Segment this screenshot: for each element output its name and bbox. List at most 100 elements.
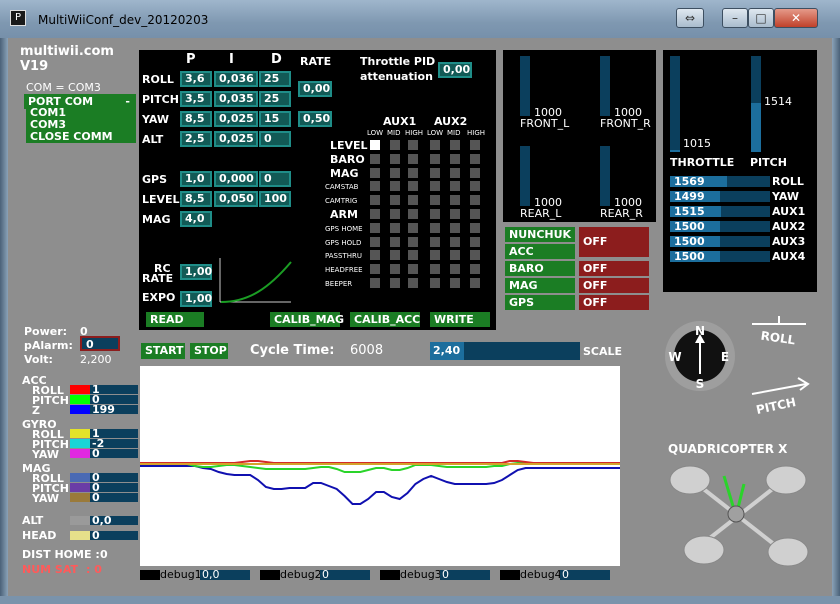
sensor-color-toggle[interactable] <box>70 531 90 540</box>
aux-checkbox[interactable] <box>430 167 440 178</box>
aux-checkbox[interactable] <box>470 209 480 219</box>
aux-checkbox[interactable] <box>408 195 418 206</box>
aux-checkbox[interactable] <box>390 167 400 178</box>
aux-checkbox[interactable] <box>470 140 480 150</box>
aux-checkbox[interactable] <box>430 140 440 150</box>
write-button[interactable]: WRITE <box>430 312 490 327</box>
start-button[interactable]: START <box>141 343 185 359</box>
aux-checkbox[interactable] <box>470 264 480 275</box>
pid-d-value[interactable]: 0 <box>259 131 291 147</box>
close-comm-button[interactable]: CLOSE COMM <box>26 131 136 143</box>
pid-p-value[interactable]: 2,5 <box>180 131 212 147</box>
sensor-color-toggle[interactable] <box>70 395 90 404</box>
aux-checkbox[interactable] <box>450 153 460 164</box>
sensor-color-toggle[interactable] <box>70 493 90 502</box>
pid-p-value[interactable]: 4,0 <box>180 211 212 227</box>
aux-checkbox[interactable] <box>430 264 440 275</box>
aux-checkbox[interactable] <box>408 140 418 150</box>
aux-checkbox[interactable] <box>370 222 380 233</box>
aux-checkbox[interactable] <box>470 181 480 192</box>
pid-d-value[interactable]: 0 <box>259 171 291 187</box>
aux-checkbox[interactable] <box>430 181 440 192</box>
aux-checkbox[interactable] <box>470 222 480 233</box>
aux-checkbox[interactable] <box>408 250 418 261</box>
aux-checkbox[interactable] <box>450 209 460 219</box>
close-button[interactable]: ✕ <box>774 8 818 28</box>
pid-d-value[interactable]: 15 <box>259 111 291 127</box>
aux-checkbox[interactable] <box>430 278 440 288</box>
pid-p-value[interactable]: 8,5 <box>180 191 212 207</box>
aux-checkbox[interactable] <box>408 222 418 233</box>
aux-checkbox[interactable] <box>470 195 480 206</box>
rc-rate-value[interactable]: 1,00 <box>180 264 212 280</box>
pid-i-value[interactable]: 0,035 <box>214 91 258 107</box>
aux-checkbox[interactable] <box>370 209 380 219</box>
aux-checkbox[interactable] <box>390 181 400 192</box>
aux-checkbox[interactable] <box>408 264 418 275</box>
aux-checkbox[interactable] <box>390 250 400 261</box>
read-button[interactable]: READ <box>146 312 204 327</box>
aux-checkbox[interactable] <box>450 236 460 247</box>
calib-mag-button[interactable]: CALIB_MAG <box>270 312 344 327</box>
aux-checkbox[interactable] <box>450 167 460 178</box>
aux-checkbox[interactable] <box>450 222 460 233</box>
rate-yaw-value[interactable]: 0,50 <box>298 111 332 127</box>
expo-value[interactable]: 1,00 <box>180 291 212 307</box>
aux-checkbox[interactable] <box>390 195 400 206</box>
aux-checkbox[interactable] <box>430 236 440 247</box>
aux-checkbox[interactable] <box>430 153 440 164</box>
pid-d-value[interactable]: 25 <box>259 71 291 87</box>
aux-checkbox[interactable] <box>408 153 418 164</box>
aux-checkbox[interactable] <box>450 195 460 206</box>
aux-checkbox[interactable] <box>370 278 380 288</box>
sensor-color-toggle[interactable] <box>70 473 90 482</box>
sensor-color-toggle[interactable] <box>70 516 90 525</box>
aux-checkbox[interactable] <box>370 140 380 150</box>
pid-i-value[interactable]: 0,050 <box>214 191 258 207</box>
aux-checkbox[interactable] <box>408 181 418 192</box>
pid-p-value[interactable]: 8,5 <box>180 111 212 127</box>
aux-checkbox[interactable] <box>370 153 380 164</box>
aux-checkbox[interactable] <box>450 181 460 192</box>
palarm-field[interactable]: 0 <box>80 336 120 351</box>
aux-checkbox[interactable] <box>430 222 440 233</box>
aux-checkbox[interactable] <box>408 209 418 219</box>
sensor-color-toggle[interactable] <box>70 405 90 414</box>
aux-checkbox[interactable] <box>408 236 418 247</box>
pid-p-value[interactable]: 1,0 <box>180 171 212 187</box>
pid-p-value[interactable]: 3,6 <box>180 71 212 87</box>
aux-checkbox[interactable] <box>450 250 460 261</box>
aux-checkbox[interactable] <box>470 236 480 247</box>
aux-checkbox[interactable] <box>430 195 440 206</box>
pid-p-value[interactable]: 3,5 <box>180 91 212 107</box>
aux-checkbox[interactable] <box>450 278 460 288</box>
rate-roll-pitch-value[interactable]: 0,00 <box>298 81 332 97</box>
pid-d-value[interactable]: 25 <box>259 91 291 107</box>
aux-checkbox[interactable] <box>390 236 400 247</box>
aux-checkbox[interactable] <box>390 264 400 275</box>
aux-checkbox[interactable] <box>370 236 380 247</box>
stop-button[interactable]: STOP <box>190 343 228 359</box>
pid-i-value[interactable]: 0,036 <box>214 71 258 87</box>
aux-checkbox[interactable] <box>370 195 380 206</box>
sensor-color-toggle[interactable] <box>70 483 90 492</box>
minimize-button[interactable]: – <box>722 8 748 28</box>
aux-checkbox[interactable] <box>390 140 400 150</box>
aux-checkbox[interactable] <box>470 250 480 261</box>
aux-checkbox[interactable] <box>450 140 460 150</box>
aux-checkbox[interactable] <box>430 209 440 219</box>
pid-i-value[interactable]: 0,000 <box>214 171 258 187</box>
pid-i-value[interactable]: 0,025 <box>214 111 258 127</box>
throttle-pid-value[interactable]: 0,00 <box>438 62 472 78</box>
sensor-color-toggle[interactable] <box>70 439 90 448</box>
pid-d-value[interactable]: 100 <box>259 191 291 207</box>
calib-acc-button[interactable]: CALIB_ACC <box>350 312 420 327</box>
aux-checkbox[interactable] <box>370 264 380 275</box>
sensor-color-toggle[interactable] <box>70 385 90 394</box>
switch-window-button[interactable]: ⇔ <box>676 8 704 28</box>
aux-checkbox[interactable] <box>370 250 380 261</box>
maximize-button[interactable]: □ <box>748 8 774 28</box>
sensor-color-toggle[interactable] <box>70 429 90 438</box>
sensor-color-toggle[interactable] <box>70 449 90 458</box>
scale-slider[interactable]: 2,40 <box>430 342 580 360</box>
